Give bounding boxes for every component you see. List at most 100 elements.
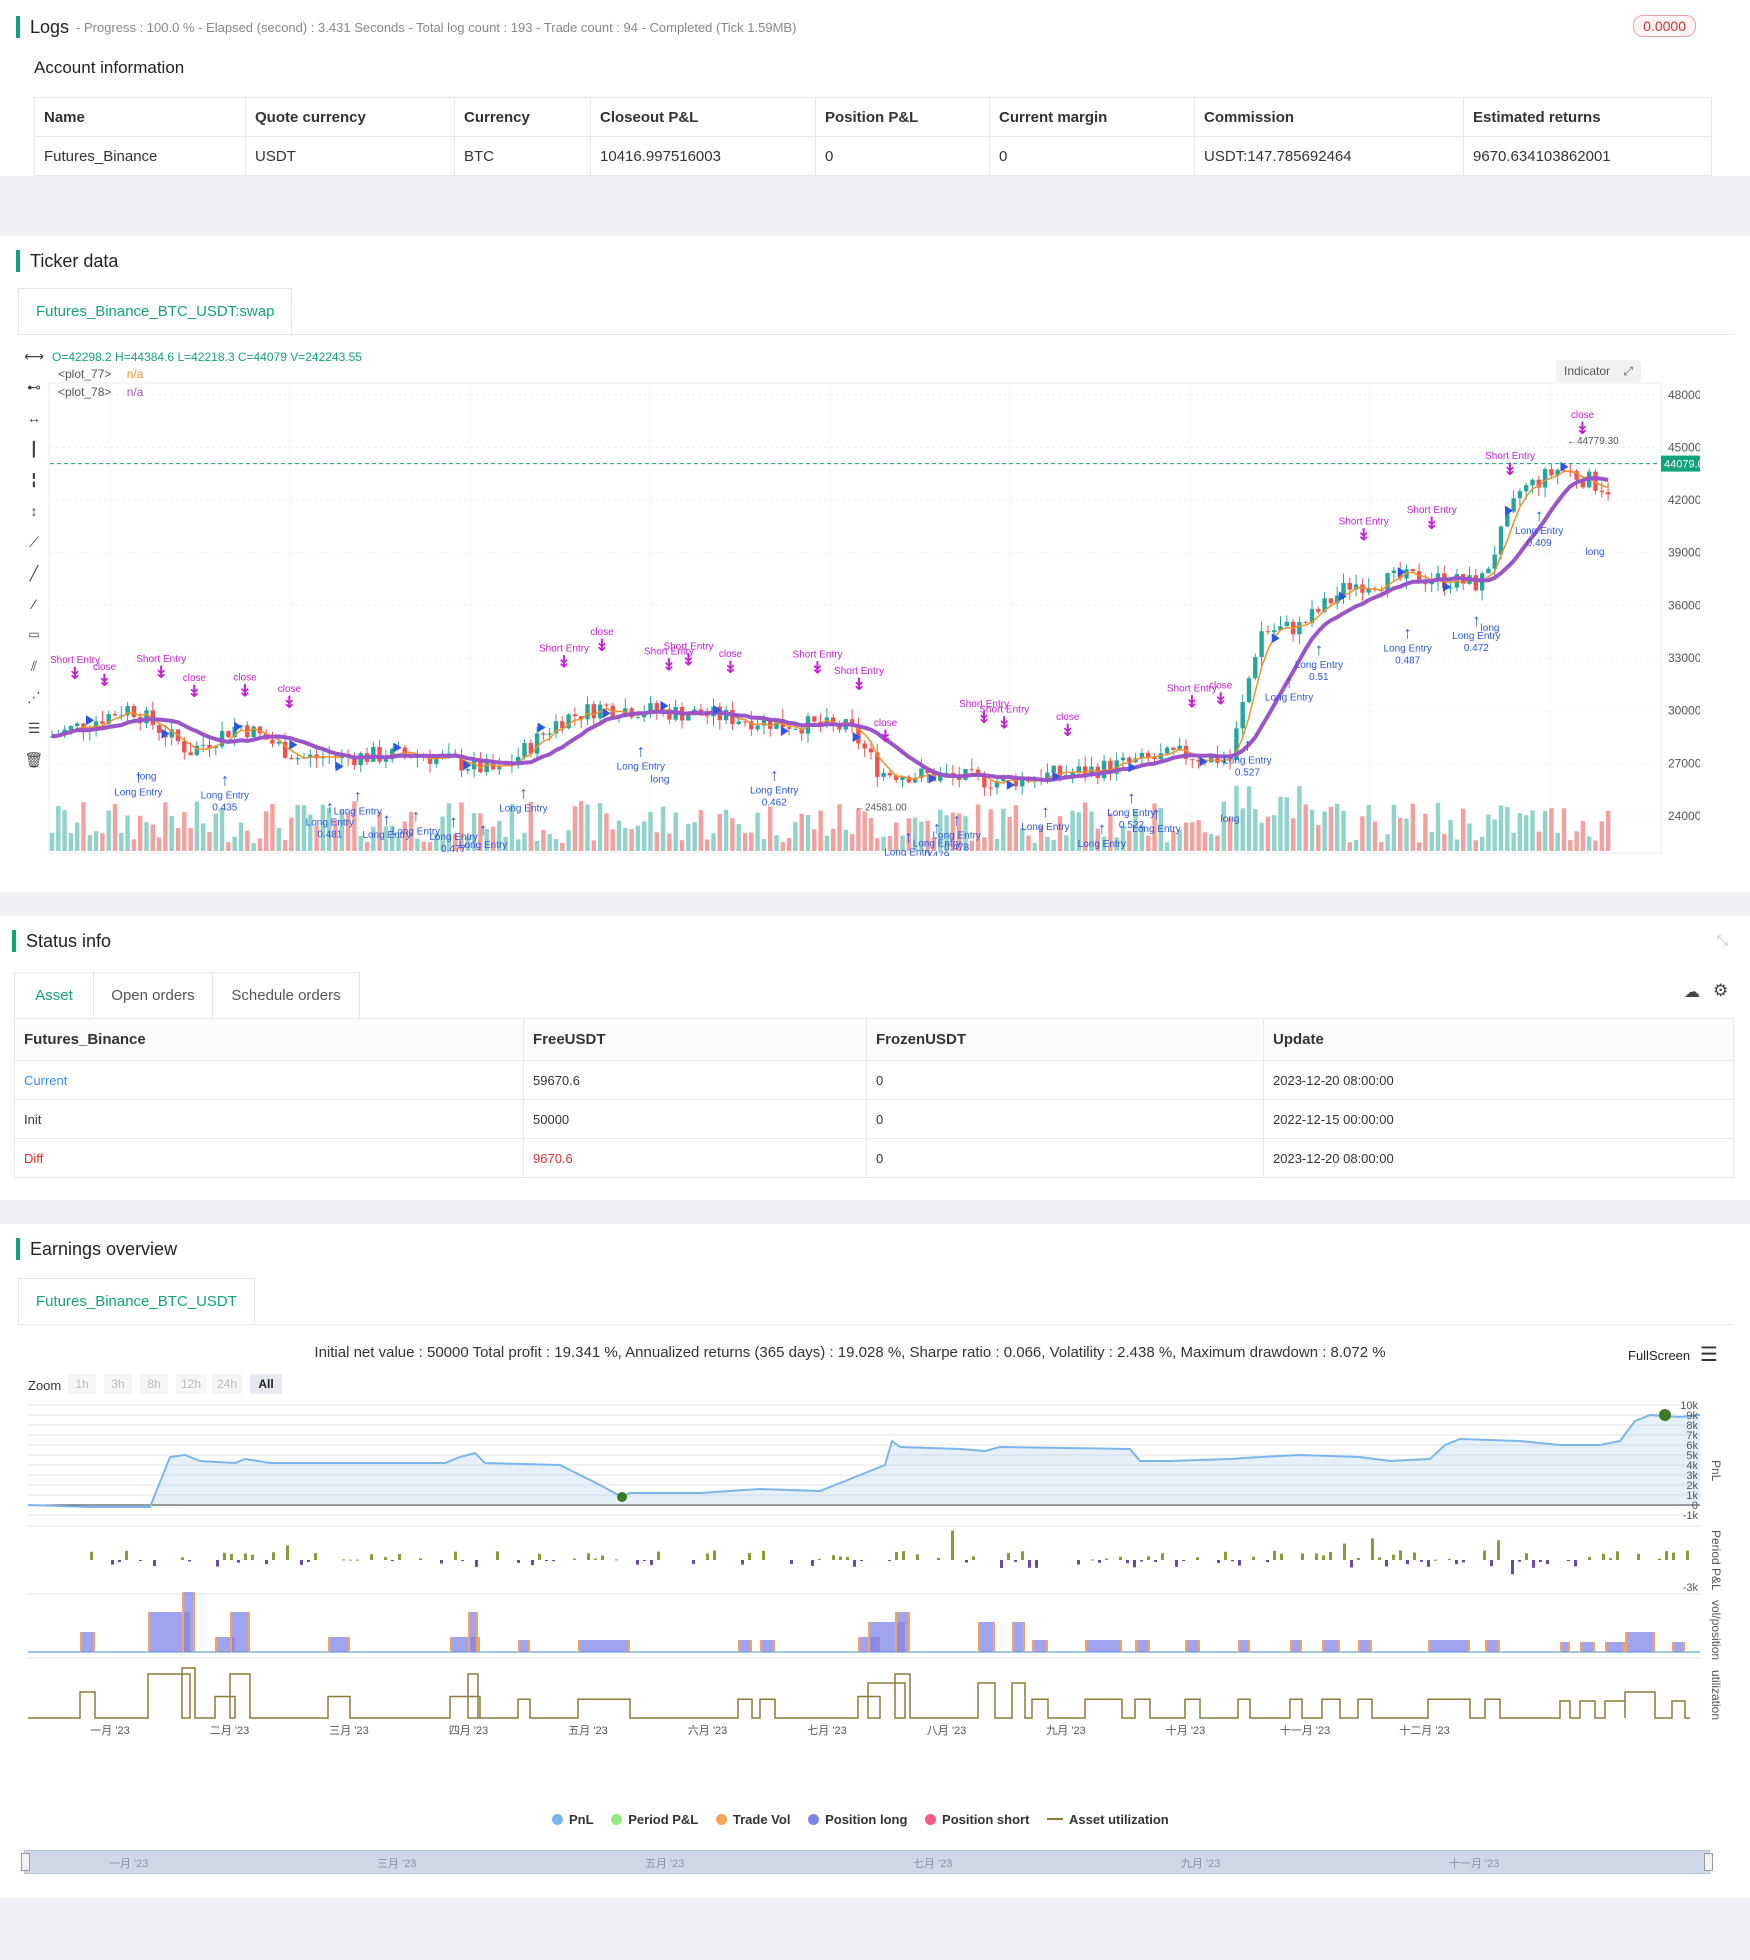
period-pnl-bar — [636, 1560, 639, 1565]
status-tab-label: Open orders — [111, 987, 194, 1004]
period-pnl-bar — [272, 1552, 275, 1560]
period-pnl-bar — [1574, 1560, 1577, 1566]
navigator-handle-left[interactable] — [21, 1853, 30, 1871]
gear-icon[interactable]: ⚙ — [1713, 981, 1728, 1001]
month-tick-label: 二月 '23 — [210, 1725, 249, 1737]
status-tab-asset[interactable]: Asset — [14, 972, 94, 1020]
candle-body — [1272, 630, 1276, 632]
volume-bar — [598, 803, 602, 851]
period-pnl-bar — [1119, 1557, 1122, 1560]
legend-trade-vol[interactable]: Trade Vol — [716, 1812, 791, 1827]
candle-body — [1165, 748, 1169, 754]
indicator-button[interactable]: Indicator ⤢ — [1556, 360, 1641, 382]
status-tab-open-orders[interactable]: Open orders — [93, 972, 213, 1020]
volume-bar — [1014, 805, 1018, 851]
candlestick-chart[interactable]: Short Entry↡close↡↑Long EntryShort Entry… — [0, 336, 1700, 856]
trade-size-label: 0.462 — [762, 797, 787, 808]
fullscreen-label: FullScreen — [1628, 1348, 1690, 1363]
ticker-tab[interactable]: Futures_Binance_BTC_USDT:swap — [18, 288, 292, 336]
volume-bar — [1404, 819, 1408, 851]
navigator-month-label: 七月 '23 — [913, 1855, 952, 1871]
volume-bar — [1543, 811, 1547, 851]
month-tick-label: 四月 '23 — [449, 1725, 488, 1737]
position-long-block — [1485, 1640, 1500, 1652]
navigator-bar[interactable]: 一月 '23三月 '23五月 '23七月 '23九月 '23十一月 '23 — [24, 1850, 1710, 1874]
cloud-download-icon[interactable]: ☁ — [1684, 982, 1700, 1002]
candle-body — [100, 721, 104, 723]
volume-bar — [226, 842, 230, 851]
period-pnl-bar — [1126, 1560, 1129, 1563]
zoom-12h-button[interactable]: 12h — [176, 1374, 206, 1394]
legend-position-short[interactable]: Position short — [925, 1812, 1029, 1827]
period-pnl-bar — [1511, 1560, 1514, 1574]
candle-body — [1600, 491, 1604, 492]
period-pnl-bar — [1196, 1557, 1199, 1560]
volume-bar — [623, 828, 627, 851]
earnings-chart[interactable]: 10k9k8k7k6k5k4k3k2k1k0-1kPnL-3kPeriod P&… — [0, 1400, 1750, 1960]
period-pnl-bar — [916, 1554, 919, 1560]
period-pnl-bar — [1637, 1554, 1640, 1560]
candle-body — [466, 769, 470, 770]
volume-bar — [365, 842, 369, 851]
candle-body — [1360, 584, 1364, 592]
period-pnl-bar — [937, 1558, 940, 1560]
trade-vol-bar — [1120, 1640, 1122, 1652]
long-entry-label: Long Entry — [1021, 822, 1069, 833]
period-pnl-bar — [1567, 1560, 1570, 1561]
volume-bar — [1600, 821, 1604, 851]
volume-bar — [62, 810, 66, 851]
volume-bar — [289, 818, 293, 851]
zoom-3h-button[interactable]: 3h — [104, 1374, 132, 1394]
volume-bar — [1556, 833, 1560, 851]
earnings-tab[interactable]: Futures_Binance_BTC_USDT — [18, 1278, 255, 1326]
status-panel: Status info ⤡ Asset Open orders Schedule… — [0, 916, 1750, 1200]
volume-bar — [762, 839, 766, 851]
volume-bar — [88, 835, 92, 851]
asset-cell: 9670.6 — [524, 1139, 867, 1178]
volume-bar — [800, 814, 804, 851]
period-pnl-bar — [1028, 1560, 1031, 1568]
legend-asset-utilization[interactable]: Asset utilization — [1047, 1812, 1169, 1827]
volume-bar — [1001, 809, 1005, 851]
volume-bar — [1367, 805, 1371, 851]
trade-vol-bar — [1300, 1640, 1302, 1652]
expand-icon[interactable]: ⤢ — [1623, 364, 1633, 378]
legend-label: Period P&L — [628, 1812, 698, 1827]
zoom-24h-button[interactable]: 24h — [212, 1374, 242, 1394]
volume-bar — [415, 839, 419, 851]
volume-bar — [1499, 805, 1503, 851]
period-pnl-bar — [1602, 1554, 1605, 1560]
status-tab-schedule-orders[interactable]: Schedule orders — [212, 972, 360, 1020]
zoom-1h-button[interactable]: 1h — [68, 1374, 96, 1394]
zoom-8h-button[interactable]: 8h — [140, 1374, 168, 1394]
legend-position-long[interactable]: Position long — [808, 1812, 907, 1827]
period-pnl-bar — [713, 1551, 716, 1560]
volume-bar — [1581, 821, 1585, 851]
long-entry-arrow: ↑ — [1152, 804, 1161, 823]
collapse-icon[interactable]: ⤡ — [1717, 932, 1728, 949]
candle-body — [1285, 622, 1289, 626]
long-entry-label: Long Entry — [1265, 692, 1313, 703]
volume-bar — [755, 813, 759, 851]
volume-bar — [548, 834, 552, 851]
hamburger-menu-icon[interactable]: ☰ — [1700, 1342, 1718, 1367]
period-pnl-bar — [811, 1560, 814, 1566]
signal-triangle — [1007, 780, 1015, 790]
period-pnl-bar — [706, 1553, 709, 1560]
long-entry-label: Long Entry — [334, 806, 382, 817]
legend-period-pnl[interactable]: Period P&L — [611, 1812, 698, 1827]
zoom-all-button[interactable]: All — [250, 1374, 282, 1394]
volume-bar — [642, 821, 646, 851]
fullscreen-button[interactable]: FullScreen — [1628, 1348, 1690, 1363]
long-small-label: long — [138, 772, 157, 783]
navigator-handle-right[interactable] — [1704, 1853, 1713, 1871]
price-tick-label: 39000.00 — [1668, 546, 1700, 560]
candle-body — [548, 733, 552, 734]
candle-body — [585, 704, 589, 719]
legend-pnl[interactable]: PnL — [552, 1812, 594, 1827]
trade-vol-bar — [1046, 1640, 1048, 1652]
volume-bar — [270, 804, 274, 851]
period-pnl-bar — [853, 1560, 856, 1567]
volume-bar — [1373, 822, 1377, 851]
price-tick-label: 48000.00 — [1668, 388, 1700, 402]
